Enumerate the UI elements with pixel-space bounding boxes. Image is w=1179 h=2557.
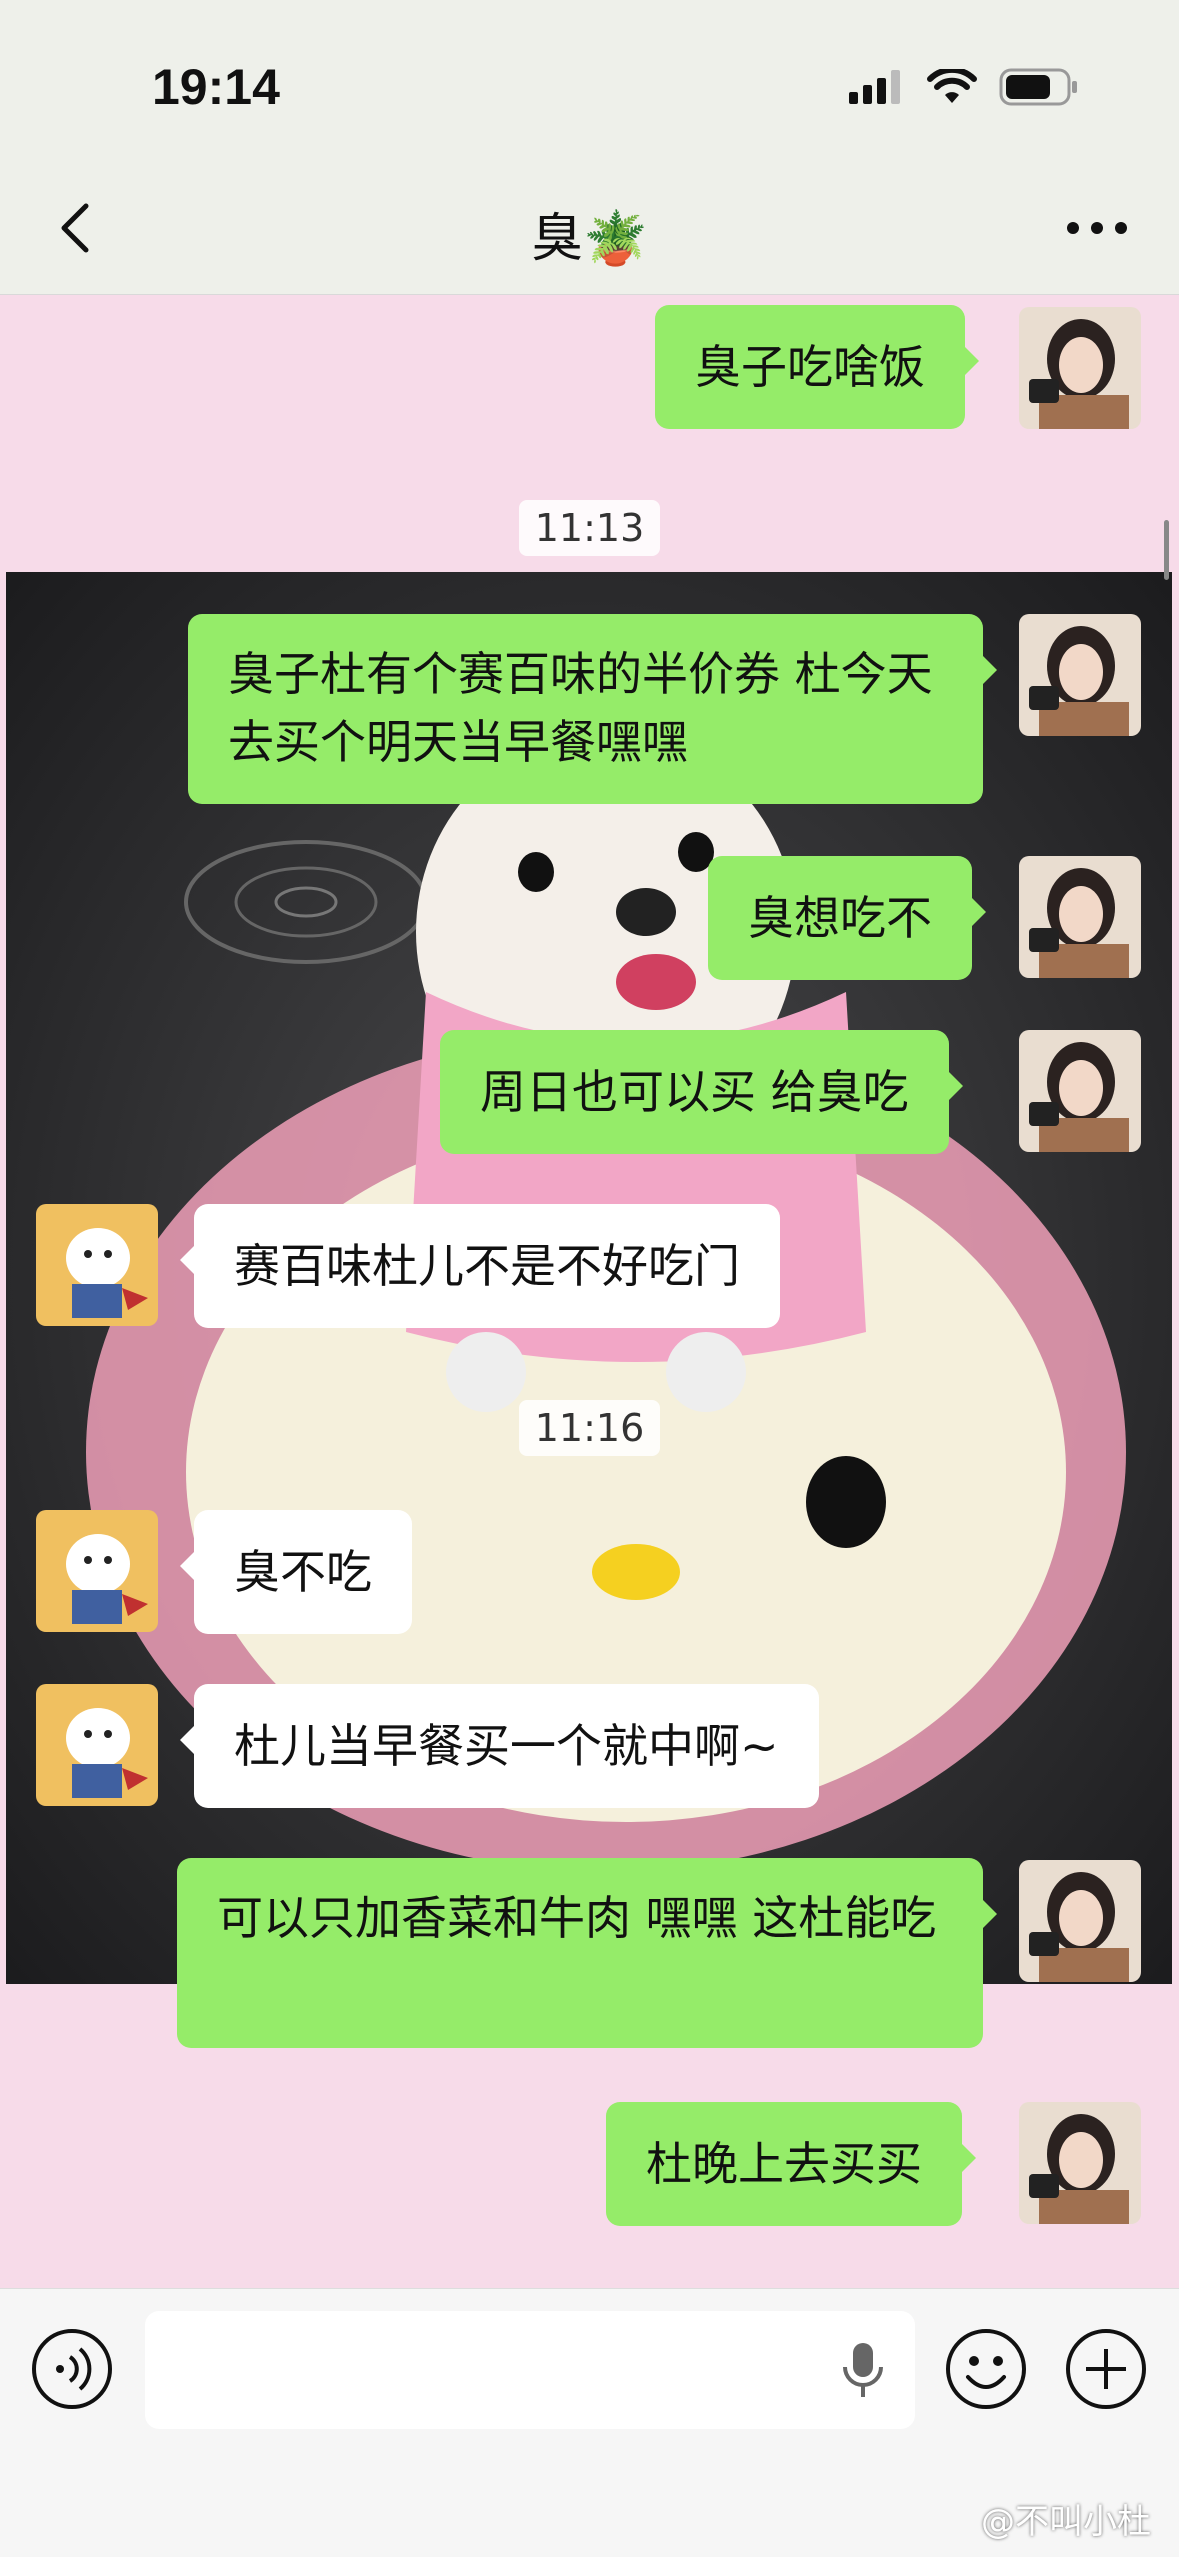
time-stamp: 11:13 bbox=[0, 500, 1179, 556]
my-avatar[interactable] bbox=[1019, 307, 1141, 429]
status-icons bbox=[849, 68, 1079, 106]
message-bubble-sent[interactable]: 臭想吃不 bbox=[708, 856, 986, 980]
battery-icon bbox=[999, 68, 1077, 106]
message-input[interactable] bbox=[145, 2311, 915, 2429]
time-stamp: 11:16 bbox=[0, 1400, 1179, 1456]
input-bar: @不叫小杜 bbox=[0, 2288, 1179, 2557]
my-avatar[interactable] bbox=[1019, 1860, 1141, 1982]
plus-icon[interactable] bbox=[1064, 2327, 1148, 2411]
message-bubble-sent[interactable]: 可以只加香菜和牛肉 嘿嘿 这杜能吃 bbox=[177, 1858, 997, 2048]
my-avatar[interactable] bbox=[1019, 856, 1141, 978]
message-bubble-sent[interactable]: 臭子吃啥饭 bbox=[655, 305, 979, 429]
status-bar: 19:14 bbox=[0, 0, 1179, 170]
more-icon[interactable] bbox=[1067, 222, 1127, 234]
nav-bar: 臭🪴 bbox=[0, 170, 1179, 295]
my-avatar[interactable] bbox=[1019, 2102, 1141, 2224]
message-bubble-received[interactable]: 赛百味杜儿不是不好吃门 bbox=[180, 1204, 780, 1328]
chat-title: 臭🪴 bbox=[531, 209, 648, 269]
contact-avatar[interactable] bbox=[36, 1204, 158, 1326]
microphone-icon[interactable] bbox=[841, 2341, 885, 2401]
message-bubble-sent[interactable]: 臭子杜有个赛百味的半价券 杜今天去买个明天当早餐嘿嘿 bbox=[188, 614, 997, 804]
signal-icon bbox=[849, 70, 900, 104]
voice-icon[interactable] bbox=[30, 2327, 114, 2411]
message-bubble-sent[interactable]: 杜晚上去买买 bbox=[606, 2102, 976, 2226]
wifi-icon bbox=[927, 69, 977, 103]
my-avatar[interactable] bbox=[1019, 1030, 1141, 1152]
watermark: @不叫小杜 bbox=[981, 2502, 1151, 2542]
status-time: 19:14 bbox=[152, 59, 280, 115]
message-bubble-received[interactable]: 臭不吃 bbox=[180, 1510, 412, 1634]
emoji-icon[interactable] bbox=[944, 2327, 1028, 2411]
message-bubble-sent[interactable]: 周日也可以买 给臭吃 bbox=[440, 1030, 963, 1154]
my-avatar[interactable] bbox=[1019, 614, 1141, 736]
contact-avatar[interactable] bbox=[36, 1684, 158, 1806]
contact-avatar[interactable] bbox=[36, 1510, 158, 1632]
message-bubble-received[interactable]: 杜儿当早餐买一个就中啊~ bbox=[180, 1684, 819, 1808]
